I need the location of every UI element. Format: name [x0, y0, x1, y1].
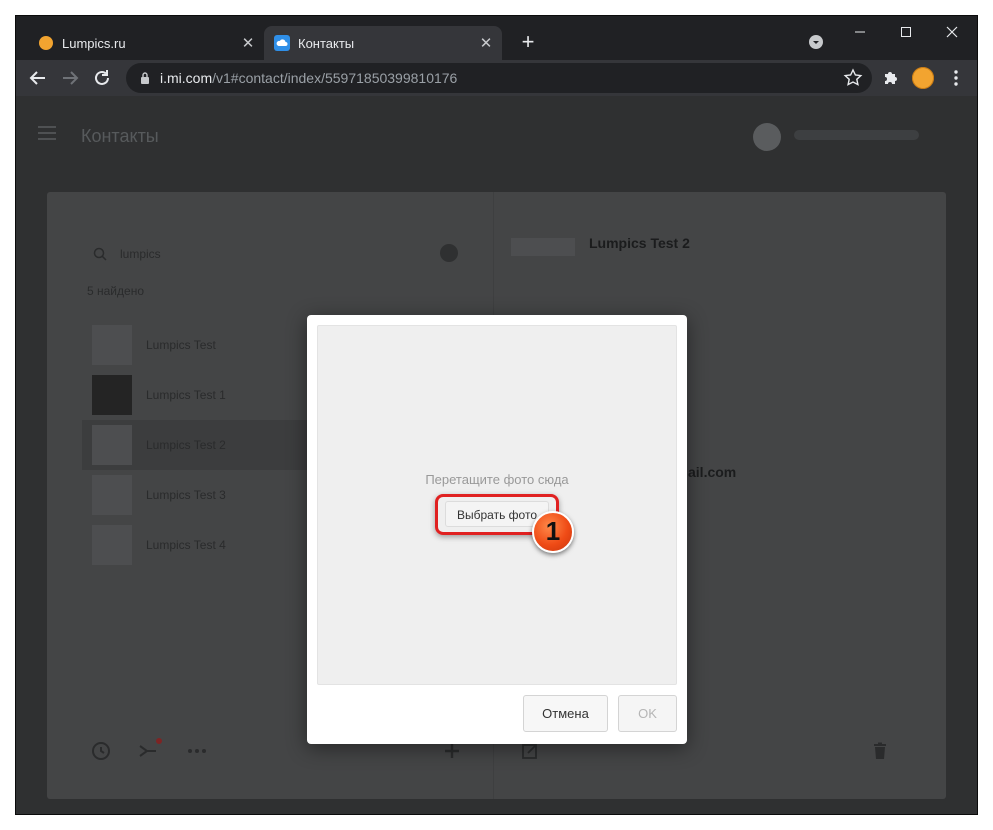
close-tab-icon[interactable]: ✕: [476, 34, 496, 52]
contact-avatar: [92, 325, 132, 365]
clear-search-icon[interactable]: [440, 244, 458, 262]
tab-strip: Lumpics.ru ✕ Контакты ✕ +: [16, 16, 977, 60]
user-name-placeholder[interactable]: [794, 130, 919, 140]
ok-button[interactable]: OK: [618, 695, 677, 732]
tab-search-icon[interactable]: [808, 34, 824, 50]
drop-hint: Перетащите фото сюда: [425, 472, 569, 487]
extensions-icon[interactable]: [878, 66, 902, 90]
detail-avatar[interactable]: [511, 238, 575, 256]
search-input[interactable]: lumpics: [120, 247, 161, 261]
contact-name: Lumpics Test 3: [146, 488, 226, 502]
upload-photo-dialog: Перетащите фото сюда Выбрать фото 1 Отме…: [307, 315, 687, 744]
profile-avatar[interactable]: [912, 67, 934, 89]
maximize-icon: [901, 26, 911, 37]
photo-dropzone[interactable]: Перетащите фото сюда Выбрать фото 1: [317, 325, 677, 685]
close-window-button[interactable]: [930, 20, 974, 44]
step-badge: 1: [532, 511, 574, 553]
lock-icon[interactable]: [140, 71, 150, 85]
contact-name: Lumpics Test 4: [146, 538, 226, 552]
address-bar[interactable]: i.mi.com/v1#contact/index/55971850399810…: [126, 63, 872, 93]
tab-contacts[interactable]: Контакты ✕: [264, 26, 502, 60]
trash-icon[interactable]: [869, 740, 891, 762]
contact-name: Lumpics Test 2: [146, 438, 226, 452]
more-dots-icon[interactable]: [186, 740, 208, 762]
contact-avatar: [92, 475, 132, 515]
contact-name: Lumpics Test 1: [146, 388, 226, 402]
notification-dot: [156, 738, 162, 744]
contact-avatar: [92, 425, 132, 465]
contact-name: Lumpics Test: [146, 338, 216, 352]
detail-name: Lumpics Test 2: [589, 235, 690, 251]
history-icon[interactable]: [90, 740, 112, 762]
search-icon: [93, 247, 107, 261]
tab-title: Lumpics.ru: [62, 35, 126, 51]
forward-icon[interactable]: [58, 66, 82, 90]
tab-lumpics[interactable]: Lumpics.ru ✕: [28, 26, 264, 60]
hamburger-menu-icon[interactable]: [38, 126, 56, 140]
merge-icon[interactable]: [137, 740, 159, 762]
minimize-icon: [855, 31, 865, 33]
back-icon[interactable]: [26, 66, 50, 90]
cloud-icon: [274, 35, 290, 51]
web-page: Контакты lumpics 5 найдено Lumpics Test …: [16, 96, 977, 814]
orange-circle-icon: [39, 36, 53, 50]
tab-title: Контакты: [298, 35, 355, 51]
detail-email-fragment: ail.com: [688, 464, 737, 480]
close-icon: [946, 26, 958, 38]
minimize-button[interactable]: [838, 20, 882, 44]
menu-dots-icon[interactable]: [944, 66, 968, 90]
contact-avatar: [92, 525, 132, 565]
url-text[interactable]: i.mi.com/v1#contact/index/55971850399810…: [160, 70, 457, 86]
close-tab-icon[interactable]: ✕: [238, 34, 258, 52]
reload-icon[interactable]: [90, 66, 114, 90]
results-count: 5 найдено: [87, 284, 144, 298]
cancel-button[interactable]: Отмена: [523, 695, 608, 732]
maximize-button[interactable]: [884, 20, 928, 44]
new-tab-button[interactable]: +: [516, 30, 540, 54]
browser-toolbar: i.mi.com/v1#contact/index/55971850399810…: [16, 60, 977, 96]
bookmark-star-icon[interactable]: [842, 67, 864, 89]
contact-avatar: [92, 375, 132, 415]
app-title: Контакты: [81, 126, 159, 146]
browser-window: Lumpics.ru ✕ Контакты ✕ + i.mi.com/v1#co…: [16, 16, 977, 814]
user-avatar[interactable]: [753, 123, 781, 151]
